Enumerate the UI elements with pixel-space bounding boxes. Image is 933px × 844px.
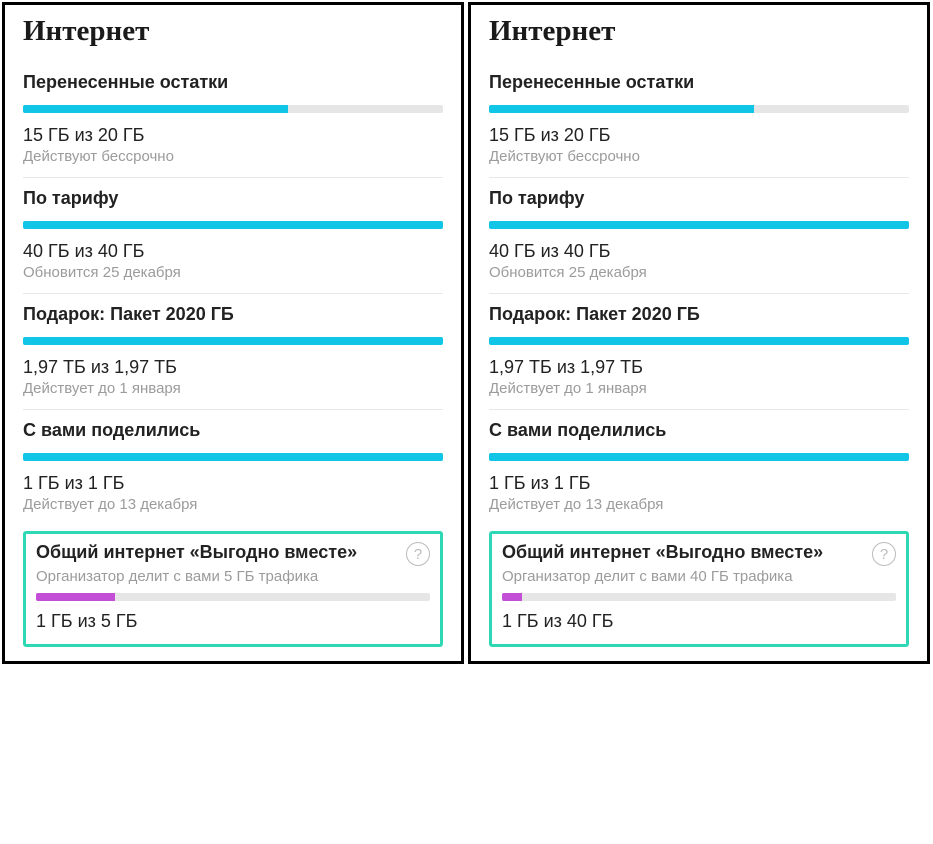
page-title: Интернет bbox=[23, 15, 443, 48]
progress-fill bbox=[23, 453, 443, 461]
panel-right: Интернет Перенесенные остатки 15 ГБ из 2… bbox=[468, 2, 930, 664]
subtext: Действует до 13 декабря bbox=[489, 496, 909, 513]
help-icon[interactable]: ? bbox=[872, 542, 896, 566]
section-title: С вами поделились bbox=[23, 420, 443, 441]
usage-text: 1,97 ТБ из 1,97 ТБ bbox=[23, 357, 443, 378]
progress-bar bbox=[23, 221, 443, 229]
usage-text: 40 ГБ из 40 ГБ bbox=[23, 241, 443, 262]
section-title: Подарок: Пакет 2020 ГБ bbox=[489, 304, 909, 325]
section-title: С вами поделились bbox=[489, 420, 909, 441]
section-title: По тарифу bbox=[23, 188, 443, 209]
section-tariff: По тарифу 40 ГБ из 40 ГБ Обновится 25 де… bbox=[489, 177, 909, 293]
usage-text: 40 ГБ из 40 ГБ bbox=[489, 241, 909, 262]
section-gift: Подарок: Пакет 2020 ГБ 1,97 ТБ из 1,97 Т… bbox=[23, 293, 443, 409]
section-gift: Подарок: Пакет 2020 ГБ 1,97 ТБ из 1,97 Т… bbox=[489, 293, 909, 409]
progress-fill bbox=[489, 221, 909, 229]
progress-bar bbox=[36, 593, 430, 601]
help-icon[interactable]: ? bbox=[406, 542, 430, 566]
progress-fill bbox=[489, 105, 754, 113]
subtext: Обновится 25 декабря bbox=[23, 264, 443, 281]
usage-text: 1 ГБ из 5 ГБ bbox=[36, 611, 430, 632]
section-shared-with-you: С вами поделились 1 ГБ из 1 ГБ Действует… bbox=[23, 409, 443, 525]
subtext: Действуют бессрочно bbox=[489, 148, 909, 165]
section-carried-over: Перенесенные остатки 15 ГБ из 20 ГБ Дейс… bbox=[489, 62, 909, 177]
progress-fill bbox=[489, 453, 909, 461]
progress-bar bbox=[489, 453, 909, 461]
section-title: По тарифу bbox=[489, 188, 909, 209]
subtext: Действуют бессрочно bbox=[23, 148, 443, 165]
highlight-subtext: Организатор делит с вами 5 ГБ трафика bbox=[36, 568, 430, 585]
subtext: Действует до 13 декабря bbox=[23, 496, 443, 513]
section-title: Перенесенные остатки bbox=[23, 72, 443, 93]
section-carried-over: Перенесенные остатки 15 ГБ из 20 ГБ Дейс… bbox=[23, 62, 443, 177]
highlight-subtext: Организатор делит с вами 40 ГБ трафика bbox=[502, 568, 896, 585]
panel-left: Интернет Перенесенные остатки 15 ГБ из 2… bbox=[2, 2, 464, 664]
highlight-title: Общий интернет «Выгодно вместе» bbox=[36, 542, 357, 563]
progress-fill bbox=[23, 337, 443, 345]
progress-bar bbox=[489, 337, 909, 345]
progress-fill bbox=[23, 221, 443, 229]
progress-bar bbox=[23, 337, 443, 345]
progress-bar bbox=[502, 593, 896, 601]
subtext: Действует до 1 января bbox=[23, 380, 443, 397]
section-title: Перенесенные остатки bbox=[489, 72, 909, 93]
page-title: Интернет bbox=[489, 15, 909, 48]
section-title: Подарок: Пакет 2020 ГБ bbox=[23, 304, 443, 325]
progress-fill bbox=[489, 337, 909, 345]
progress-fill bbox=[36, 593, 115, 601]
shared-internet-box: Общий интернет «Выгодно вместе» ? Органи… bbox=[489, 531, 909, 647]
section-tariff: По тарифу 40 ГБ из 40 ГБ Обновится 25 де… bbox=[23, 177, 443, 293]
usage-text: 1 ГБ из 40 ГБ bbox=[502, 611, 896, 632]
subtext: Действует до 1 января bbox=[489, 380, 909, 397]
progress-bar bbox=[489, 105, 909, 113]
shared-internet-box: Общий интернет «Выгодно вместе» ? Органи… bbox=[23, 531, 443, 647]
progress-bar bbox=[23, 105, 443, 113]
progress-bar bbox=[23, 453, 443, 461]
progress-fill bbox=[23, 105, 288, 113]
usage-text: 15 ГБ из 20 ГБ bbox=[23, 125, 443, 146]
subtext: Обновится 25 декабря bbox=[489, 264, 909, 281]
usage-text: 1,97 ТБ из 1,97 ТБ bbox=[489, 357, 909, 378]
usage-text: 1 ГБ из 1 ГБ bbox=[23, 473, 443, 494]
progress-fill bbox=[502, 593, 522, 601]
usage-text: 1 ГБ из 1 ГБ bbox=[489, 473, 909, 494]
usage-text: 15 ГБ из 20 ГБ bbox=[489, 125, 909, 146]
progress-bar bbox=[489, 221, 909, 229]
highlight-title: Общий интернет «Выгодно вместе» bbox=[502, 542, 823, 563]
section-shared-with-you: С вами поделились 1 ГБ из 1 ГБ Действует… bbox=[489, 409, 909, 525]
